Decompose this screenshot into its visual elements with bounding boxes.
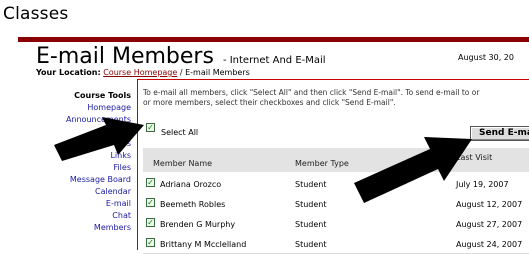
member-type: Student [295, 240, 327, 249]
page-subtitle: - Internet And E-Mail [222, 55, 326, 66]
checkmark-icon: ✓ [147, 178, 154, 187]
member-type: Student [295, 200, 327, 209]
member-name: Brenden G Murphy [160, 220, 236, 229]
page-title-text: E-mail Members [36, 44, 214, 69]
sidebar-item-message-board[interactable]: Message Board [0, 174, 131, 186]
instructions: To e-mail all members, click "Select All… [143, 88, 529, 108]
section-title: Classes [3, 4, 69, 24]
last-visit: August 24, 2007 [456, 240, 523, 249]
annotation-arrow-left-icon [54, 117, 144, 161]
sidebar-item-files[interactable]: Files [0, 162, 131, 174]
member-name: Brittany M Mcclelland [160, 240, 247, 249]
annotation-arrow-right-icon [354, 137, 472, 203]
sidebar-heading: Course Tools [74, 91, 131, 100]
current-date: August 30, 20 [458, 53, 514, 62]
checkmark-icon: ✓ [147, 238, 154, 247]
last-visit: August 27, 2007 [456, 220, 523, 229]
send-email-button[interactable]: Send E-ma [470, 126, 529, 141]
instructions-line-1: To e-mail all members, click "Select All… [143, 88, 480, 97]
column-header-type[interactable]: Member Type [295, 159, 349, 168]
select-all-label: Select All [161, 128, 199, 137]
column-header-name[interactable]: Member Name [153, 159, 212, 168]
breadcrumb-current: / E-mail Members [179, 68, 250, 77]
sidebar-item-email[interactable]: E-mail [0, 198, 131, 210]
member-type: Student [295, 180, 327, 189]
breadcrumb-link-course-homepage[interactable]: Course Homepage [103, 68, 177, 77]
page-title: E-mail Members - Internet And E-Mail [36, 44, 326, 69]
header-bar [18, 37, 529, 42]
member-type: Student [295, 220, 327, 229]
checkmark-icon: ✓ [147, 218, 154, 227]
breadcrumb-label: Your Location: [36, 68, 101, 77]
sidebar-item-calendar[interactable]: Calendar [0, 186, 131, 198]
row-checkbox[interactable]: ✓ [146, 218, 155, 227]
row-checkbox[interactable]: ✓ [146, 178, 155, 187]
select-all-checkbox[interactable]: ✓ [146, 123, 155, 132]
table-row: ✓ Brenden G Murphy Student August 27, 20… [143, 213, 529, 234]
member-name: Adriana Orozco [160, 180, 222, 189]
sidebar-item-chat[interactable]: Chat [0, 210, 131, 222]
checkmark-icon: ✓ [147, 198, 154, 207]
member-name: Beemeth Robles [160, 200, 226, 209]
checkmark-icon: ✓ [147, 123, 154, 132]
table-row: ✓ Brittany M Mcclelland Student August 2… [143, 233, 529, 254]
instructions-line-2: or more members, select their checkboxes… [143, 98, 396, 107]
row-checkbox[interactable]: ✓ [146, 198, 155, 207]
breadcrumb: Your Location: Course Homepage / E-mail … [36, 68, 250, 77]
row-checkbox[interactable]: ✓ [146, 238, 155, 247]
content-border-top [137, 79, 529, 80]
sidebar-item-members[interactable]: Members [0, 222, 131, 234]
